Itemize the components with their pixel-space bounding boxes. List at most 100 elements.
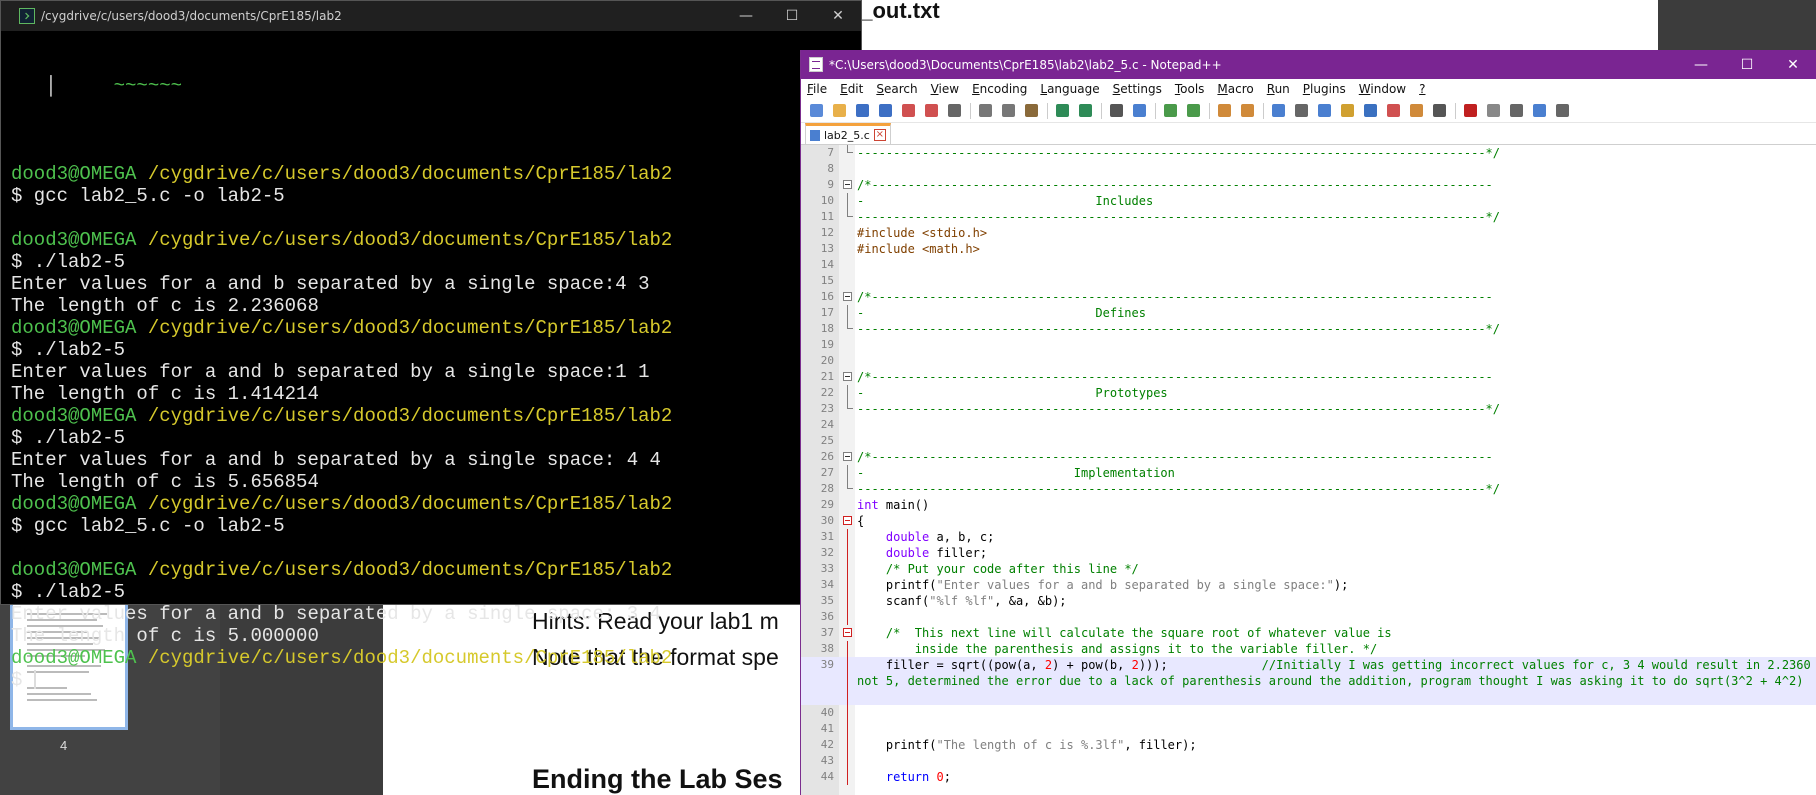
line-number: 41 — [820, 722, 834, 735]
play-macro-icon[interactable] — [1507, 103, 1525, 119]
close-button[interactable]: ✕ — [815, 8, 861, 24]
notepadpp-app-icon — [809, 57, 823, 72]
fold-line — [847, 193, 848, 209]
terminal-titlebar[interactable]: /cygdrive/c/users/dood3/documents/CprE18… — [1, 1, 861, 31]
line-number: 35 — [820, 594, 834, 607]
show-all-chars-icon[interactable] — [1292, 103, 1310, 119]
terminal-line: dood3@OMEGA /cygdrive/c/users/dood3/docu… — [11, 493, 851, 515]
code-text: double filler; — [885, 546, 988, 560]
paste-icon[interactable] — [1022, 103, 1040, 119]
fold-line — [847, 769, 848, 785]
prompt-path: /cygdrive/c/users/dood3/documents/CprE18… — [136, 493, 673, 515]
menu-view[interactable]: View — [931, 82, 959, 96]
line-number: 28 — [820, 482, 834, 495]
copy-icon[interactable] — [999, 103, 1017, 119]
code-line: 23 --------------------------------------… — [801, 401, 1816, 417]
line-number: 14 — [820, 258, 834, 271]
terminal-title: /cygdrive/c/users/dood3/documents/CprE18… — [41, 9, 342, 23]
menu-edit[interactable]: Edit — [840, 82, 863, 96]
code-text: return 0; — [885, 770, 951, 784]
terminal-line: The length of c is 5.000000 — [11, 625, 319, 647]
code-editor[interactable]: 7 ---------------------------------------… — [801, 145, 1816, 795]
menu-plugins[interactable]: Plugins — [1303, 82, 1346, 96]
cut-icon[interactable] — [976, 103, 994, 119]
menu-encoding[interactable]: Encoding — [972, 82, 1027, 96]
menu-bar: File Edit Search View Encoding Language Settin… — [801, 79, 1816, 99]
run-macro-multiple-icon[interactable] — [1530, 103, 1548, 119]
code-line: 26 /*------------------------------------… — [801, 449, 1816, 465]
doc-map-icon[interactable] — [1361, 103, 1379, 119]
line-number: 13 — [820, 242, 834, 255]
new-file-icon[interactable] — [807, 103, 825, 119]
sync-h-icon[interactable] — [1238, 103, 1256, 119]
code-text: - Includes — [857, 194, 1154, 208]
menu-help[interactable]: ? — [1419, 82, 1425, 96]
folder-workspace-icon[interactable] — [1407, 103, 1425, 119]
menu-run[interactable]: Run — [1267, 82, 1290, 96]
line-number: 26 — [820, 450, 834, 463]
undo-icon[interactable] — [1053, 103, 1071, 119]
notepadpp-window[interactable]: *C:\Users\dood3\Documents\CprE185\lab2\l… — [800, 50, 1816, 795]
terminal-line: $ gcc lab2_5.c -o lab2-5 — [11, 185, 285, 207]
maximize-button[interactable]: ☐ — [1724, 57, 1770, 73]
record-macro-icon[interactable] — [1461, 103, 1479, 119]
code-text: ----------------------------------------… — [857, 210, 1500, 224]
print-icon[interactable] — [945, 103, 963, 119]
fold-end — [847, 321, 853, 329]
close-icon[interactable] — [899, 103, 917, 119]
menu-window[interactable]: Window — [1359, 82, 1406, 96]
replace-icon[interactable] — [1130, 103, 1148, 119]
code-line: 22 - Prototypes — [801, 385, 1816, 401]
code-line: 36 — [801, 609, 1816, 625]
code-text: { — [857, 514, 865, 528]
code-text: /*--------------------------------------… — [857, 290, 1493, 304]
menu-file[interactable]: File — [807, 82, 827, 96]
close-tab-icon[interactable]: × — [873, 129, 886, 141]
terminal-window[interactable]: /cygdrive/c/users/dood3/documents/CprE18… — [0, 0, 862, 691]
stop-macro-icon[interactable] — [1484, 103, 1502, 119]
code-line: 19 — [801, 337, 1816, 353]
open-file-icon[interactable] — [830, 103, 848, 119]
tab-label: lab2_5.c — [824, 128, 870, 142]
redo-icon[interactable] — [1076, 103, 1094, 119]
menu-settings[interactable]: Settings — [1113, 82, 1162, 96]
tab-lab2-5-c[interactable]: lab2_5.c × — [805, 123, 891, 144]
fold-toggle-icon[interactable] — [843, 180, 852, 189]
thumbnail-page-number: 4 — [60, 738, 68, 753]
terminal-output[interactable]: │ ~~~~~~ dood3@OMEGA /cygdrive/c/users/d… — [1, 31, 861, 691]
maximize-button[interactable]: ☐ — [769, 8, 815, 24]
notepadpp-titlebar[interactable]: *C:\Users\dood3\Documents\CprE185\lab2\l… — [801, 50, 1816, 79]
udl-icon[interactable] — [1338, 103, 1356, 119]
function-list-icon[interactable] — [1384, 103, 1402, 119]
close-all-icon[interactable] — [922, 103, 940, 119]
menu-language[interactable]: Language — [1040, 82, 1099, 96]
prompt-user-host: dood3@OMEGA — [11, 317, 137, 339]
fold-toggle-icon[interactable] — [843, 628, 852, 637]
close-button[interactable]: ✕ — [1770, 57, 1816, 73]
minimize-button[interactable]: — — [1678, 57, 1724, 73]
line-number: 40 — [820, 706, 834, 719]
save-all-icon[interactable] — [876, 103, 894, 119]
save-macro-icon[interactable] — [1553, 103, 1571, 119]
fold-toggle-icon[interactable] — [843, 452, 852, 461]
word-wrap-icon[interactable] — [1269, 103, 1287, 119]
sync-v-icon[interactable] — [1215, 103, 1233, 119]
save-icon[interactable] — [853, 103, 871, 119]
zoom-in-icon[interactable] — [1161, 103, 1179, 119]
menu-macro[interactable]: Macro — [1217, 82, 1253, 96]
terminal-line: Enter values for a and b separated by a … — [11, 273, 650, 295]
line-number: 12 — [820, 226, 834, 239]
menu-search[interactable]: Search — [876, 82, 917, 96]
fold-toggle-icon[interactable] — [843, 516, 852, 525]
minimize-button[interactable]: — — [723, 8, 769, 24]
line-number: 22 — [820, 386, 834, 399]
fold-toggle-icon[interactable] — [843, 292, 852, 301]
menu-tools[interactable]: Tools — [1175, 82, 1205, 96]
fold-line — [847, 657, 848, 705]
zoom-out-icon[interactable] — [1184, 103, 1202, 119]
find-icon[interactable] — [1107, 103, 1125, 119]
fold-toggle-icon[interactable] — [843, 372, 852, 381]
indent-guide-icon[interactable] — [1315, 103, 1333, 119]
monitor-icon[interactable] — [1430, 103, 1448, 119]
code-line: 11 --------------------------------------… — [801, 209, 1816, 225]
